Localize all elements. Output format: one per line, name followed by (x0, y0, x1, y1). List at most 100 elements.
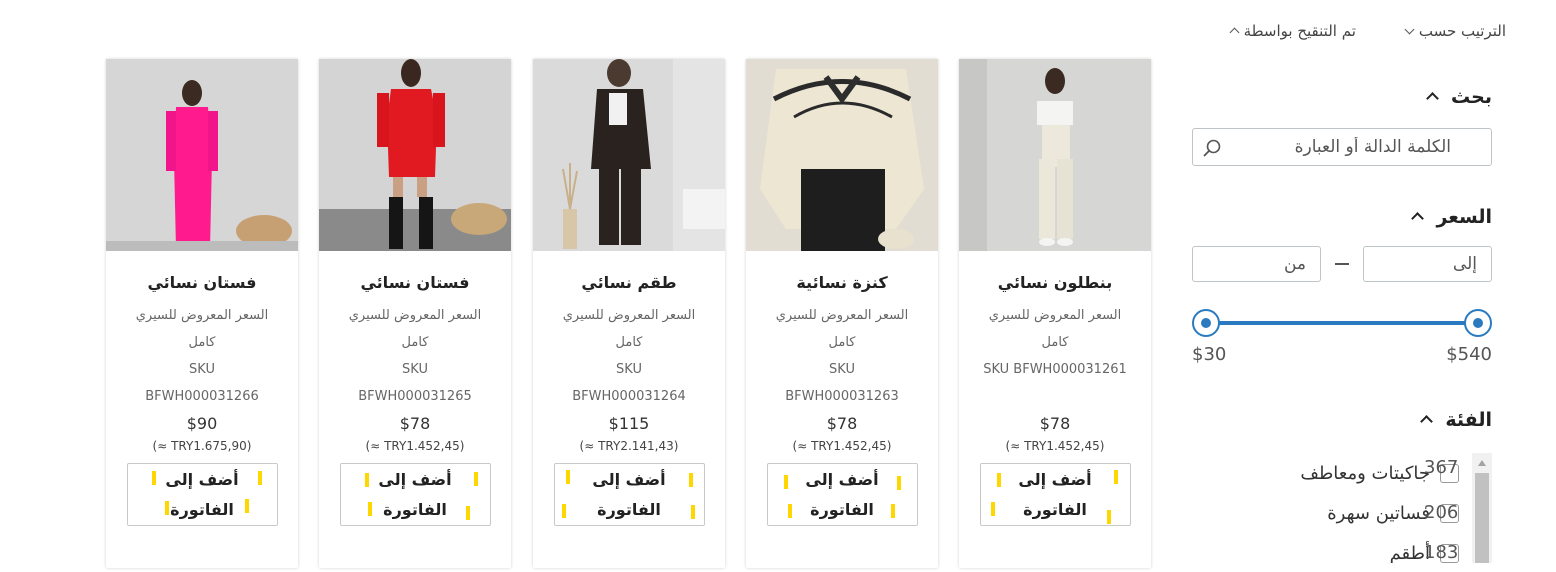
product-name[interactable]: طقم نسائي (533, 273, 725, 292)
add-label-line1: أضف إلى (592, 470, 666, 489)
product-card[interactable]: بنطلون نسائي السعر المعروض للسيري كامل SK… (959, 59, 1151, 568)
scrollbar-thumb[interactable] (1475, 473, 1489, 563)
category-item[interactable]: جاكيتات ومعاطف 367 (1179, 453, 1459, 493)
add-label-line2: الفاتورة (597, 500, 661, 519)
marker (996, 473, 1001, 487)
product-price: $115 (608, 414, 650, 433)
sort-dropdown[interactable]: الترتيب حسب (1404, 22, 1506, 40)
search-field (1192, 128, 1492, 166)
marker (561, 504, 566, 518)
marker (364, 473, 369, 487)
add-to-invoice-button[interactable]: أضف إلى الفاتورة (766, 463, 918, 526)
product-image[interactable] (319, 59, 511, 251)
marker (896, 476, 901, 490)
search-section-header[interactable]: بحث (1192, 86, 1492, 108)
slider-track[interactable] (1206, 321, 1478, 325)
add-label-line2: الفاتورة (810, 500, 874, 519)
price-from-field (1192, 246, 1321, 282)
filtered-by-toggle[interactable]: تم التنقيح بواسطة (1229, 22, 1356, 40)
marker (1113, 470, 1118, 484)
product-price-try: (≈ TRY1.452,45) (1005, 439, 1105, 453)
chevron-up-icon (1426, 92, 1439, 105)
product-name[interactable]: بنطلون نسائي (959, 273, 1151, 292)
product-sku: SKU BFWH000031263 (785, 362, 899, 404)
product-image[interactable] (533, 59, 725, 251)
price-section-title: السعر (1436, 206, 1492, 228)
product-price: $78 (399, 414, 431, 433)
chevron-up-icon (1411, 212, 1425, 225)
marker (565, 470, 570, 484)
search-icon[interactable] (1202, 138, 1222, 158)
marker (1106, 510, 1111, 524)
marker (465, 506, 470, 520)
filtered-by-label: تم التنقيح بواسطة (1243, 22, 1356, 40)
marker (151, 471, 156, 485)
price-section-header[interactable]: السعر (1192, 206, 1492, 228)
category-count: 183 (1424, 542, 1459, 563)
price-to-input[interactable] (1364, 247, 1491, 281)
marker (367, 502, 372, 516)
marker (690, 505, 695, 519)
price-slider[interactable] (1192, 308, 1492, 338)
product-image[interactable] (959, 59, 1151, 251)
product-subtitle: السعر المعروض للسيري كامل (988, 308, 1122, 350)
price-min-label: $30 (1192, 344, 1227, 365)
product-card[interactable]: طقم نسائي السعر المعروض للسيري كامل SKU BF… (533, 59, 725, 568)
add-to-invoice-button[interactable]: أضف إلى الفاتورة (979, 463, 1131, 526)
product-image[interactable] (106, 59, 298, 251)
category-label: جاكيتات ومعاطف (1300, 462, 1430, 484)
add-label-line2: الفاتورة (1023, 500, 1087, 519)
filter-sidebar: بحث السعر $30 $540 الفئة (1192, 86, 1492, 563)
add-label-line1: أضف إلى (1018, 470, 1092, 489)
marker (783, 475, 788, 489)
category-item[interactable]: أطقم 183 (1179, 533, 1459, 563)
search-input[interactable] (1193, 129, 1491, 165)
marker (890, 504, 895, 518)
add-label-line2: الفاتورة (170, 500, 234, 519)
product-image[interactable] (746, 59, 938, 251)
marker (787, 504, 792, 518)
category-count: 367 (1424, 457, 1459, 478)
category-section-title: الفئة (1445, 409, 1492, 431)
price-max-label: $540 (1446, 344, 1492, 365)
product-subtitle: السعر المعروض للسيري كامل (775, 308, 909, 350)
category-item[interactable]: فساتين سهرة 206 (1179, 493, 1459, 533)
add-label-line1: أضف إلى (805, 470, 879, 489)
product-subtitle: السعر المعروض للسيري كامل (348, 308, 482, 350)
price-range-inputs (1192, 246, 1492, 282)
add-to-invoice-button[interactable]: أضف إلى الفاتورة (126, 463, 278, 526)
slider-max-handle[interactable] (1464, 309, 1492, 337)
range-dash (1335, 263, 1349, 265)
sort-label: الترتيب حسب (1418, 22, 1506, 40)
product-card[interactable]: فستان نسائي السعر المعروض للسيري كامل SKU… (319, 59, 511, 568)
product-sku: SKU BFWH000031264 (572, 362, 686, 404)
scroll-up-icon[interactable] (1478, 460, 1486, 466)
price-range-labels: $30 $540 (1192, 344, 1492, 365)
add-to-invoice-button[interactable]: أضف إلى الفاتورة (553, 463, 705, 526)
product-price-try: (≈ TRY1.452,45) (365, 439, 465, 453)
product-name[interactable]: فستان نسائي (319, 273, 511, 292)
product-name[interactable]: كنزة نسائية (746, 273, 938, 292)
category-list: جاكيتات ومعاطف 367 فساتين سهرة 206 أطقم … (1179, 453, 1492, 563)
marker (688, 473, 693, 487)
chevron-up-icon (1229, 27, 1240, 38)
marker (244, 499, 249, 513)
add-label-line1: أضف إلى (378, 470, 452, 489)
marker (164, 501, 169, 515)
add-to-invoice-button[interactable]: أضف إلى الفاتورة (339, 463, 491, 526)
product-price: $78 (826, 414, 858, 433)
product-price-try: (≈ TRY1.675,90) (152, 439, 252, 453)
marker (473, 472, 478, 486)
product-sku: SKU BFWH000031261 (983, 362, 1127, 377)
product-subtitle: السعر المعروض للسيري كامل (562, 308, 696, 350)
product-price: $90 (186, 414, 218, 433)
category-section-header[interactable]: الفئة (1192, 409, 1492, 431)
category-scrollbar[interactable] (1472, 453, 1492, 563)
slider-min-handle[interactable] (1192, 309, 1220, 337)
marker (257, 471, 262, 485)
product-name[interactable]: فستان نسائي (106, 273, 298, 292)
product-card[interactable]: كنزة نسائية السعر المعروض للسيري كامل SKU… (746, 59, 938, 568)
product-sku: SKU BFWH000031265 (358, 362, 472, 404)
price-from-input[interactable] (1193, 247, 1320, 281)
product-card[interactable]: فستان نسائي السعر المعروض للسيري كامل SKU… (106, 59, 298, 568)
